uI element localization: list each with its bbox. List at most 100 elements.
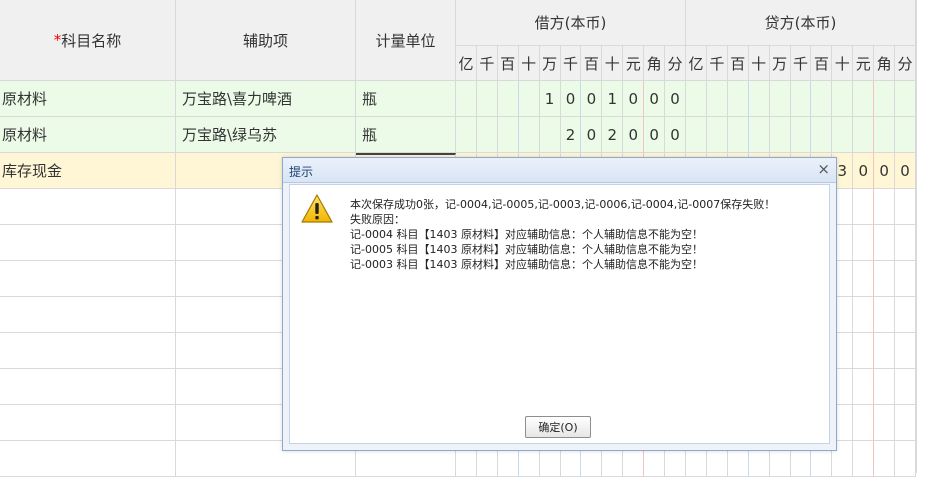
credit-digit-cell[interactable] <box>686 117 707 153</box>
unit-cell[interactable]: 瓶 <box>356 81 456 117</box>
message-line: 本次保存成功0张，记-0004,记-0005,记-0003,记-0006,记-0… <box>350 198 776 211</box>
subject-cell[interactable] <box>0 369 176 405</box>
credit-digit-cell[interactable] <box>811 81 833 117</box>
subject-cell[interactable] <box>0 297 176 333</box>
credit-digit-unit: 元 <box>853 46 875 81</box>
debit-digit-cell[interactable]: 0 <box>644 117 666 153</box>
credit-digit-cell[interactable] <box>874 405 896 441</box>
debit-digit-cell[interactable]: 0 <box>581 117 603 153</box>
debit-digit-cell[interactable]: 0 <box>665 117 686 153</box>
credit-digit-cell[interactable] <box>874 261 896 297</box>
credit-digit-cell[interactable] <box>706 81 728 117</box>
subject-cell[interactable] <box>0 441 176 477</box>
message-line: 失败原因： <box>350 213 405 226</box>
credit-digit-cell[interactable] <box>895 297 916 333</box>
debit-digit-unit: 十 <box>518 46 540 81</box>
debit-digit-cell[interactable]: 0 <box>644 81 666 117</box>
credit-digit-cell[interactable] <box>832 81 854 117</box>
header-unit: 计量单位 <box>356 0 456 81</box>
subject-cell[interactable]: 库存现金 <box>0 153 176 189</box>
credit-digit-cell[interactable] <box>853 405 875 441</box>
credit-digit-cell[interactable] <box>874 297 896 333</box>
debit-digit-cell[interactable]: 0 <box>581 81 603 117</box>
credit-digit-cell[interactable] <box>895 333 916 369</box>
credit-digit-cell[interactable] <box>853 369 875 405</box>
credit-digit-cell[interactable] <box>874 117 896 153</box>
credit-digit-cell[interactable] <box>895 81 916 117</box>
subject-cell[interactable] <box>0 225 176 261</box>
credit-digit-cell[interactable] <box>853 441 875 477</box>
credit-digit-cell[interactable] <box>853 297 875 333</box>
debit-digit-cell[interactable] <box>539 117 561 153</box>
debit-digit-cell[interactable] <box>518 117 540 153</box>
credit-digit-cell[interactable] <box>874 81 896 117</box>
debit-digit-cell[interactable]: 0 <box>623 117 645 153</box>
debit-digit-cell[interactable] <box>497 117 519 153</box>
debit-digit-cell[interactable] <box>518 81 540 117</box>
credit-digit-cell[interactable] <box>895 189 916 225</box>
credit-digit-cell[interactable] <box>874 369 896 405</box>
debit-digit-unit: 万 <box>539 46 561 81</box>
subject-cell[interactable] <box>0 261 176 297</box>
credit-digit-cell[interactable] <box>853 225 875 261</box>
credit-digit-cell[interactable] <box>853 117 875 153</box>
credit-digit-cell[interactable] <box>895 405 916 441</box>
credit-digit-cell[interactable] <box>769 81 791 117</box>
credit-digit-cell[interactable] <box>874 441 896 477</box>
subject-cell[interactable] <box>0 189 176 225</box>
credit-digit-cell[interactable] <box>832 117 854 153</box>
debit-digit-cell[interactable] <box>476 81 498 117</box>
unit-cell[interactable]: 瓶 <box>356 117 456 153</box>
credit-digit-cell[interactable] <box>727 117 749 153</box>
close-icon[interactable]: × <box>817 160 830 178</box>
debit-digit-cell[interactable]: 0 <box>665 81 686 117</box>
ok-button[interactable]: 确定(O) <box>525 416 591 438</box>
credit-digit-cell[interactable] <box>874 333 896 369</box>
subject-cell[interactable]: 原材料 <box>0 117 176 153</box>
debit-digit-cell[interactable] <box>456 117 477 153</box>
debit-digit-cell[interactable]: 2 <box>602 117 624 153</box>
credit-digit-cell[interactable] <box>853 261 875 297</box>
credit-digit-cell[interactable] <box>686 81 707 117</box>
credit-digit-unit: 百 <box>727 46 749 81</box>
debit-digit-cell[interactable] <box>497 81 519 117</box>
credit-digit-cell[interactable] <box>790 117 812 153</box>
credit-digit-cell[interactable] <box>790 81 812 117</box>
debit-digit-cell[interactable]: 0 <box>560 81 582 117</box>
credit-digit-cell[interactable] <box>706 117 728 153</box>
credit-digit-unit: 万 <box>769 46 791 81</box>
debit-digit-cell[interactable]: 0 <box>623 81 645 117</box>
aux-cell[interactable]: 万宝路\绿乌苏 <box>176 117 356 153</box>
debit-digit-cell[interactable] <box>456 81 477 117</box>
credit-digit-cell[interactable] <box>895 441 916 477</box>
credit-digit-cell[interactable]: 0 <box>874 153 896 189</box>
credit-digit-cell[interactable] <box>853 81 875 117</box>
credit-digit-cell[interactable] <box>874 189 896 225</box>
credit-digit-cell[interactable] <box>769 117 791 153</box>
subject-cell[interactable]: 原材料 <box>0 81 176 117</box>
debit-digit-cell[interactable]: 2 <box>560 117 582 153</box>
credit-digit-cell[interactable] <box>895 261 916 297</box>
credit-digit-cell[interactable]: 0 <box>895 153 916 189</box>
credit-digit-cell[interactable] <box>895 225 916 261</box>
credit-digit-cell[interactable] <box>895 369 916 405</box>
credit-digit-cell[interactable] <box>748 81 770 117</box>
vertical-scrollbar[interactable] <box>916 0 937 473</box>
subject-cell[interactable] <box>0 405 176 441</box>
debit-digit-cell[interactable]: 1 <box>602 81 624 117</box>
credit-digit-cell[interactable] <box>727 81 749 117</box>
credit-digit-unit: 角 <box>874 46 896 81</box>
credit-digit-cell[interactable] <box>853 333 875 369</box>
header-subject-label: 科目名称 <box>61 31 122 50</box>
aux-cell[interactable]: 万宝路\喜力啤酒 <box>176 81 356 117</box>
credit-digit-cell[interactable] <box>853 189 875 225</box>
subject-cell[interactable] <box>0 333 176 369</box>
debit-digit-unit: 千 <box>560 46 582 81</box>
credit-digit-cell[interactable] <box>748 117 770 153</box>
credit-digit-cell[interactable] <box>811 117 833 153</box>
debit-digit-cell[interactable] <box>476 117 498 153</box>
credit-digit-cell[interactable] <box>874 225 896 261</box>
debit-digit-cell[interactable]: 1 <box>539 81 561 117</box>
credit-digit-cell[interactable] <box>895 117 916 153</box>
credit-digit-cell[interactable]: 0 <box>853 153 875 189</box>
